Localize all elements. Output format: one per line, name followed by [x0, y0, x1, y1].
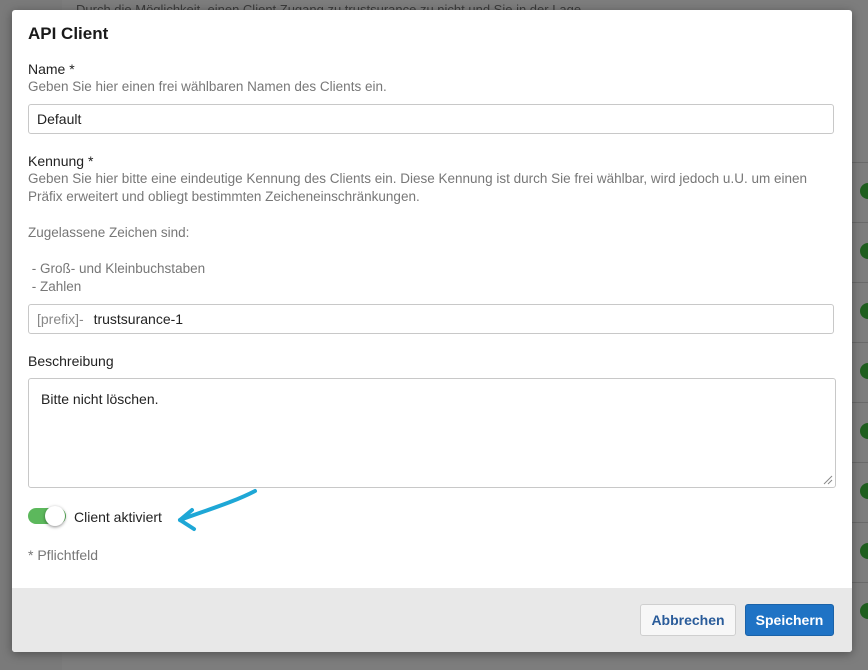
identifier-input[interactable]: [prefix]- trustsurance-1: [28, 304, 834, 334]
identifier-help-line2: Präfix erweitert und obliegt bestimmten …: [28, 189, 420, 204]
annotation-arrow-icon: [178, 489, 257, 531]
client-active-label: Client aktiviert: [74, 509, 162, 525]
dialog-footer: Abbrechen Speichern: [12, 588, 852, 652]
identifier-prefix: [prefix]-: [37, 311, 84, 327]
allowed-chars-letters: - Groß- und Kleinbuchstaben: [28, 261, 206, 276]
toggle-knob: [45, 506, 65, 526]
dialog-title: API Client: [28, 24, 109, 43]
name-label: Name *: [28, 61, 75, 77]
resize-grip-icon[interactable]: [821, 473, 833, 485]
name-input[interactable]: Default: [28, 104, 834, 134]
identifier-input-value: trustsurance-1: [93, 311, 184, 327]
description-label: Beschreibung: [28, 353, 114, 369]
save-button[interactable]: Speichern: [745, 604, 834, 636]
description-textarea[interactable]: Bitte nicht löschen.: [28, 378, 836, 488]
allowed-chars-heading: Zugelassene Zeichen sind:: [28, 225, 190, 240]
identifier-label: Kennung *: [28, 153, 94, 169]
description-value: Bitte nicht löschen.: [41, 391, 159, 407]
api-client-dialog: API Client Name * Geben Sie hier einen f…: [12, 10, 852, 652]
identifier-help-line1: Geben Sie hier bitte eine eindeutige Ken…: [28, 171, 807, 186]
cancel-button[interactable]: Abbrechen: [640, 604, 736, 636]
client-active-toggle[interactable]: [28, 506, 66, 526]
name-help-text: Geben Sie hier einen frei wählbaren Name…: [28, 79, 387, 94]
allowed-chars-numbers: - Zahlen: [28, 279, 82, 294]
required-field-note: * Pflichtfeld: [28, 547, 99, 563]
name-input-value: Default: [37, 111, 82, 127]
